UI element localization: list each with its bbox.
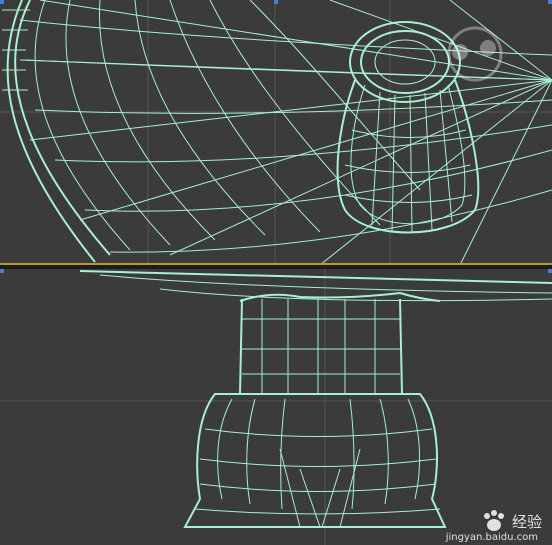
- watermark-brand: 经验: [511, 512, 542, 531]
- watermark-url: jingyan.baidu.com: [445, 532, 538, 543]
- corner-marker: [548, 269, 552, 273]
- viewport-active-border: [0, 263, 552, 265]
- corner-marker: [0, 269, 4, 273]
- viewport-bottom[interactable]: [0, 269, 552, 545]
- corner-marker: [548, 0, 552, 4]
- side-wireframe: [0, 269, 552, 545]
- corner-marker: [0, 0, 4, 4]
- watermark: 经验: [480, 509, 542, 533]
- corner-marker: [274, 0, 278, 4]
- baidu-paw-icon: [483, 510, 504, 531]
- baidu-paw-icon: [447, 26, 503, 82]
- viewport-top[interactable]: [0, 0, 552, 265]
